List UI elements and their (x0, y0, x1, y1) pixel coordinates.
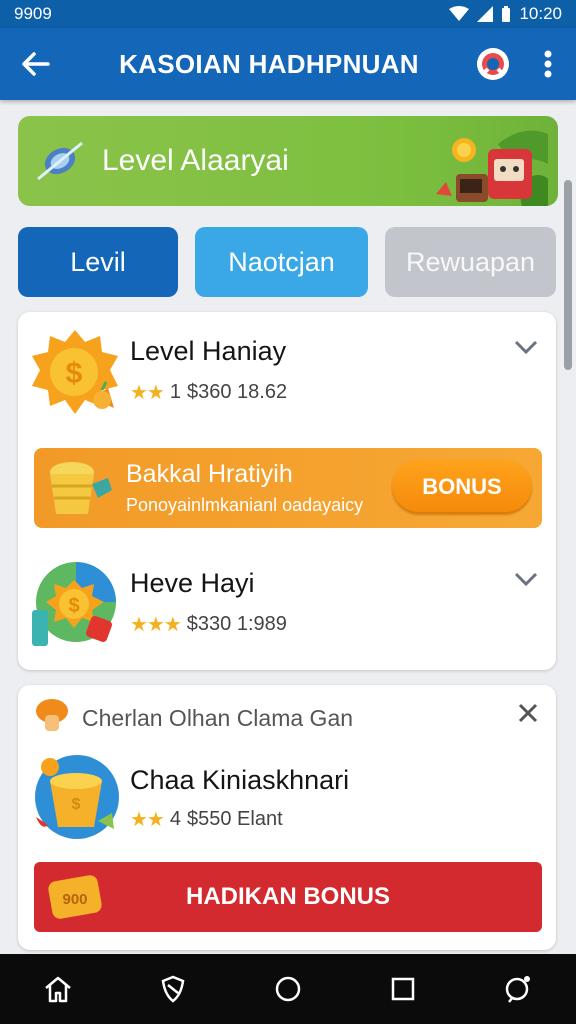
card-header-text: Cherlan Olhan Clama Gan (82, 705, 354, 731)
item-subtitle: ★★★ $330 1:989 (130, 612, 287, 637)
item-price: $360 18.62 (186, 381, 288, 403)
item-subtitle: ★★ 1 $360 18.62 (130, 380, 287, 405)
coin-value: 900 (62, 891, 87, 908)
rating-stars: ★★ (130, 809, 165, 831)
nav-home-button[interactable] (28, 959, 88, 1019)
tab-naotcjan[interactable]: Naotcjan (195, 227, 368, 297)
chevron-down-icon[interactable] (514, 572, 538, 586)
rating-count: 1 (169, 381, 181, 403)
fruit-basket-icon (50, 462, 112, 514)
app-bar: KASOIAN HADHPNUAN (0, 28, 576, 100)
svg-text:$: $ (68, 595, 79, 617)
mushroom-icon (36, 699, 68, 731)
leaf-icon (37, 141, 83, 181)
back-arrow-icon (22, 52, 50, 76)
back-button[interactable] (0, 28, 72, 100)
level-list-card: $ Level Haniay ★★ 1 $360 18.62 Bakkal Hr… (18, 312, 556, 670)
profile-badge-button[interactable] (466, 28, 520, 100)
tab-rewuapan[interactable]: Rewuapan (385, 227, 556, 297)
assistant-icon (506, 976, 531, 1003)
hadikan-bonus-button[interactable]: 900 HADIKAN BONUS (34, 862, 542, 932)
scrollbar[interactable] (564, 180, 572, 370)
promo-title: Bakkal Hratiyih (126, 460, 293, 488)
chevron-down-icon[interactable] (514, 340, 538, 354)
banner-icon-wrap (18, 116, 102, 206)
status-left-text: 9909 (14, 4, 52, 23)
level-banner[interactable]: Level Alaaryai (18, 116, 558, 206)
battery-icon (502, 5, 511, 22)
signal-icon (477, 6, 494, 22)
nav-assistant-button[interactable] (488, 959, 548, 1019)
item-title: Level Haniay (130, 336, 287, 366)
item-subtitle: ★★ 4 $550 Elant (130, 807, 283, 832)
status-bar: 9909 10:20 (0, 0, 576, 28)
item-price: $330 1:989 (186, 613, 287, 635)
nav-circle-button[interactable] (258, 959, 318, 1019)
home-icon (44, 976, 71, 1003)
banner-title: Level Alaaryai (102, 144, 289, 177)
nav-shield-button[interactable] (143, 959, 203, 1019)
bonus-button[interactable]: BONUS (392, 460, 532, 514)
circle-home-icon (275, 976, 301, 1002)
status-icons: 10:20 (449, 4, 562, 24)
nav-recents-button[interactable] (373, 959, 433, 1019)
promo-banner[interactable]: Bakkal Hratiyih Ponoyainlmkanianl oadaya… (34, 448, 542, 528)
rating-stars: ★★★ (130, 614, 182, 636)
navigation-bar (0, 954, 576, 1024)
square-recents-icon (391, 977, 415, 1001)
item-price: $550 Elant (186, 808, 283, 830)
wifi-icon (449, 6, 470, 21)
item-title: Heve Hayi (130, 568, 255, 598)
gold-coin-sun-icon: $ (32, 330, 118, 414)
ticket-coin-icon: 900 (48, 875, 102, 919)
rating-stars: ★★ (130, 382, 165, 404)
more-vertical-icon (544, 50, 552, 78)
rating-count: 4 (169, 808, 181, 830)
tab-level[interactable]: Levil (18, 227, 178, 297)
close-icon[interactable] (518, 703, 538, 723)
status-time: 10:20 (519, 4, 562, 23)
item-title: Chaa Kiniaskhnari (130, 765, 350, 795)
treasure-decoration-icon (436, 130, 548, 206)
more-options-button[interactable] (520, 28, 576, 100)
drink-cup-icon: $ (35, 755, 119, 839)
hadikan-bonus-label: HADIKAN BONUS (186, 883, 390, 910)
page-title: KASOIAN HADHPNUAN (119, 48, 419, 79)
shield-icon (161, 975, 185, 1003)
money-bag-icon: $ (32, 562, 116, 646)
badge-icon (477, 48, 509, 80)
challenge-card: Cherlan Olhan Clama Gan $ Chaa Kiniaskhn… (18, 685, 556, 950)
promo-subtitle: Ponoyainlmkanianl oadayaicy (126, 495, 364, 515)
svg-text:$: $ (72, 796, 81, 813)
svg-text:$: $ (66, 357, 83, 390)
